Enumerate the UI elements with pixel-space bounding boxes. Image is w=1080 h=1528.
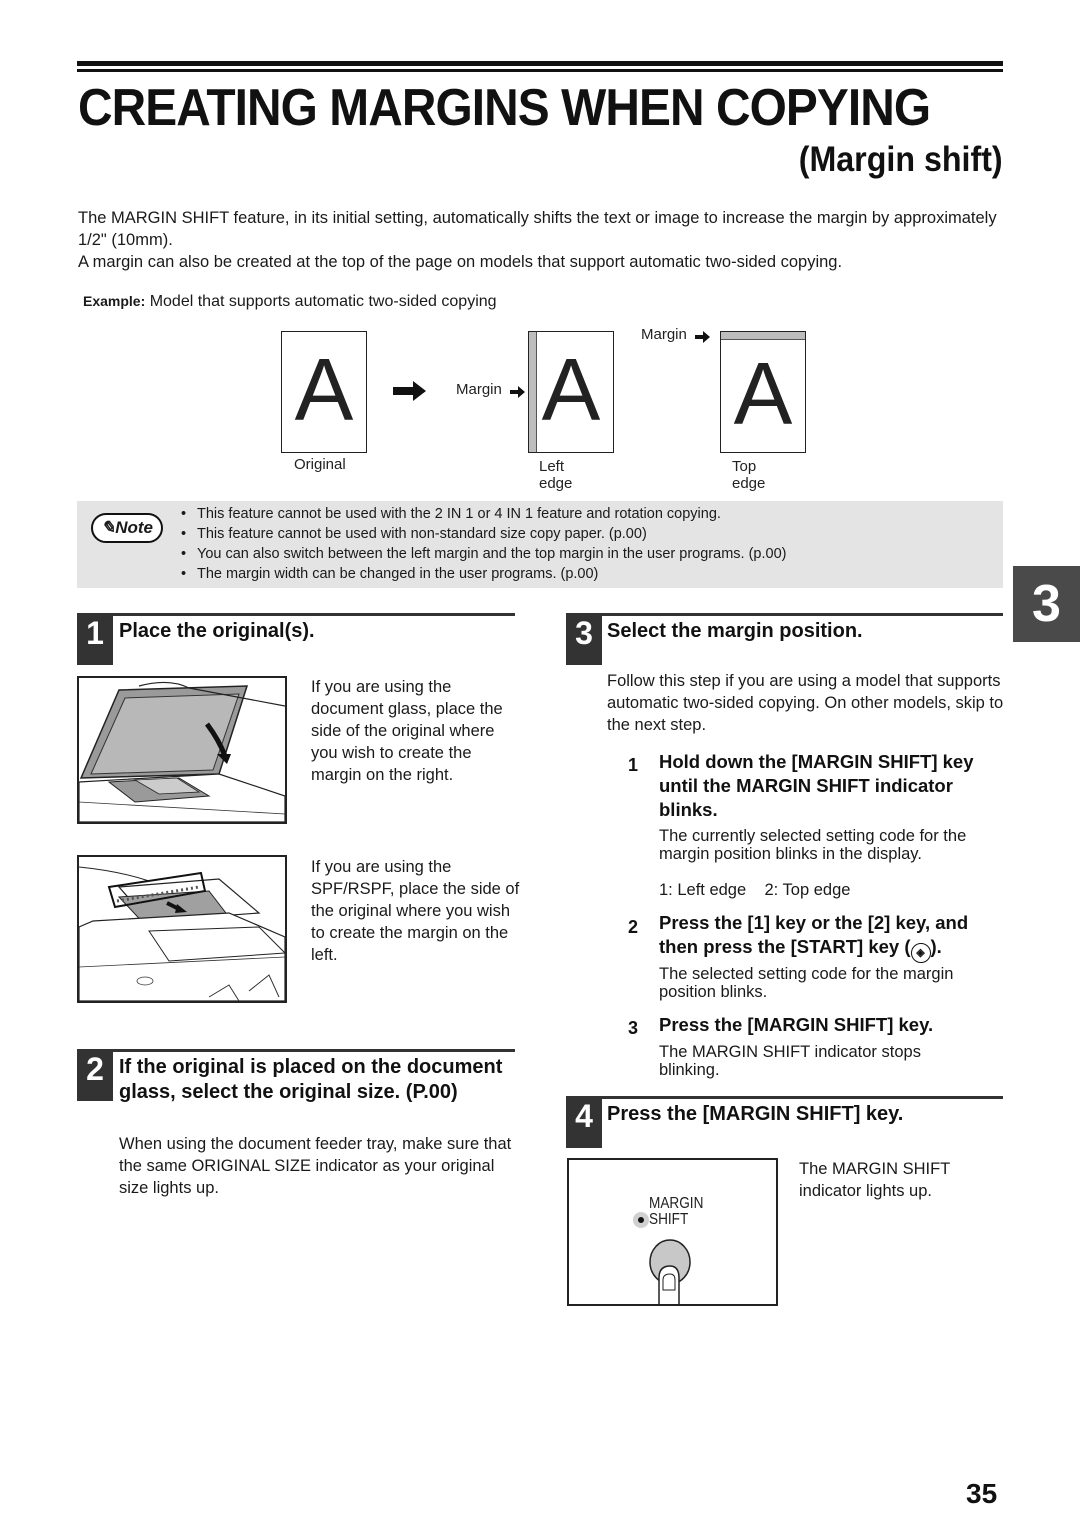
top-edge-label: Top edge	[732, 458, 766, 492]
page-title: CREATING MARGINS WHEN COPYING	[78, 79, 931, 137]
substep-2-text: The selected setting code for the margin…	[659, 965, 954, 1001]
note-badge-label: Note	[115, 518, 154, 537]
indicator-dot-icon	[638, 1217, 644, 1223]
left-edge-page: A	[528, 331, 614, 453]
margin-label-left: Margin	[456, 381, 502, 398]
top-margin-band	[721, 332, 805, 340]
header-rule-bottom	[77, 69, 1003, 72]
intro-paragraph-1: The MARGIN SHIFT feature, in its initial…	[78, 209, 997, 249]
substep-1-title: Hold down the [MARGIN SHIFT] key until t…	[659, 751, 974, 820]
example-text: Model that supports automatic two-sided …	[145, 293, 497, 310]
intro-paragraph-2: A margin can also be created at the top …	[78, 253, 843, 271]
panel-label: MARGIN SHIFT	[649, 1196, 703, 1228]
substep-1-text: The currently selected setting code for …	[659, 827, 967, 863]
step-4-title: Press the [MARGIN SHIFT] key.	[607, 1103, 904, 1125]
page-subtitle: (Margin shift)	[799, 140, 1003, 179]
step-1-rule	[77, 613, 515, 616]
note-item: You can also switch between the left mar…	[181, 544, 786, 564]
margin-shift-indicator	[633, 1212, 649, 1228]
step-4-number: 4	[566, 1096, 602, 1148]
intro-text: The MARGIN SHIFT feature, in its initial…	[78, 207, 1008, 273]
copier-glass-image	[79, 681, 285, 822]
note-item: This feature cannot be used with the 2 I…	[181, 504, 786, 524]
step-1-spf-text: If you are using the SPF/RSPF, place the…	[311, 858, 520, 964]
margin-shift-key-button	[649, 1239, 691, 1304]
step-1-glass-text: If you are using the document glass, pla…	[311, 678, 503, 784]
substep-3-text: The MARGIN SHIFT indicator stops blinkin…	[659, 1043, 921, 1079]
note-badge: ✎Note	[91, 513, 163, 543]
page-number: 35	[966, 1478, 998, 1509]
margin-position-codes: 1: Left edge 2: Top edge	[659, 881, 851, 899]
header-rule-top	[77, 61, 1003, 66]
page-letter: A	[541, 340, 601, 439]
panel-label-margin: MARGIN	[649, 1195, 704, 1212]
substep-3-number: 3	[628, 1018, 639, 1038]
step-4-text: The MARGIN SHIFT indicator lights up.	[799, 1160, 950, 1200]
small-arrow-icon	[510, 386, 525, 398]
panel-label-shift: SHIFT	[649, 1211, 689, 1228]
substep-2-number: 2	[628, 917, 639, 937]
start-key-icon: ◈	[910, 943, 931, 963]
page-letter: A	[294, 340, 354, 439]
note-item: This feature cannot be used with non-sta…	[181, 524, 786, 544]
margin-shift-key-illustration: MARGIN SHIFT	[567, 1158, 778, 1306]
right-arrow-icon	[393, 381, 426, 401]
step-1-number: 1	[77, 613, 113, 665]
step-2-number: 2	[77, 1049, 113, 1101]
note-list: This feature cannot be used with the 2 I…	[181, 504, 786, 584]
document-glass-illustration	[77, 676, 287, 824]
margin-label-top: Margin	[641, 326, 687, 343]
top-edge-page: A	[720, 331, 806, 453]
step-3-rule	[566, 613, 1003, 616]
original-page: A	[281, 331, 367, 453]
copier-spf-image	[79, 866, 285, 1001]
small-arrow-icon	[695, 331, 710, 343]
step-2-rule	[77, 1049, 515, 1052]
step-3-text: Follow this step if you are using a mode…	[607, 672, 1004, 734]
substep-2-title-end: ).	[930, 936, 942, 957]
example-label: Example:	[83, 293, 146, 309]
note-item: The margin width can be changed in the u…	[181, 564, 786, 584]
spf-illustration	[77, 855, 287, 1003]
original-label: Original	[294, 456, 346, 473]
page-letter: A	[733, 344, 793, 443]
example-caption: Example: Model that supports automatic t…	[83, 293, 497, 311]
step-1-title: Place the original(s).	[119, 620, 315, 642]
step-3-title: Select the margin position.	[607, 620, 863, 642]
step-2-title: If the original is placed on the documen…	[119, 1056, 503, 1103]
substep-2-title: Press the [1] key or the [2] key, and th…	[659, 911, 1009, 963]
pencil-icon: ✎	[100, 518, 116, 537]
chapter-tab: 3	[1013, 566, 1080, 642]
left-edge-label: Left edge	[539, 458, 573, 492]
step-3-number: 3	[566, 613, 602, 665]
note-box: ✎Note This feature cannot be used with t…	[77, 501, 1003, 588]
substep-1-number: 1	[628, 755, 639, 775]
step-2-text: When using the document feeder tray, mak…	[119, 1135, 512, 1197]
substep-3-title: Press the [MARGIN SHIFT] key.	[659, 1014, 934, 1035]
step-4-rule	[566, 1096, 1003, 1099]
